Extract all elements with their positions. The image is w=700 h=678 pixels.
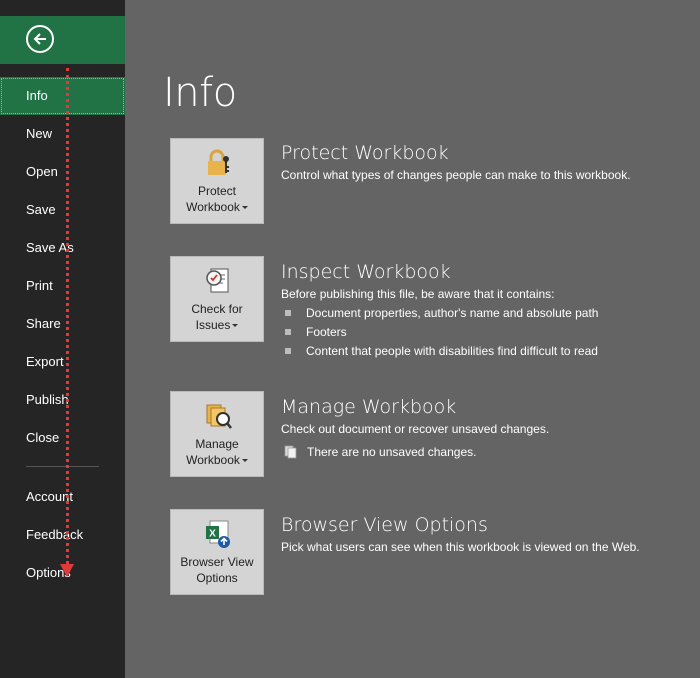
browser-view-options-description: Pick what users can see when this workbo… xyxy=(281,540,640,554)
nav-item-save-as[interactable]: Save As xyxy=(0,229,125,267)
bullet-icon xyxy=(285,310,291,316)
nav-item-open[interactable]: Open xyxy=(0,153,125,191)
lock-key-icon xyxy=(208,149,229,175)
nav-item-share[interactable]: Share xyxy=(0,305,125,343)
svg-text:X: X xyxy=(209,529,216,540)
nav-item-account[interactable]: Account xyxy=(0,478,125,516)
back-button[interactable] xyxy=(26,25,54,53)
nav-item-feedback[interactable]: Feedback xyxy=(0,516,125,554)
bullet-icon xyxy=(285,348,291,354)
manage-versions-icon xyxy=(206,404,232,429)
document-stack-icon xyxy=(284,445,297,459)
nav-item-new[interactable]: New xyxy=(0,115,125,153)
nav-item-print[interactable]: Print xyxy=(0,267,125,305)
inspect-workbook-description: Before publishing this file, be aware th… xyxy=(281,287,555,301)
back-arrow-icon xyxy=(33,33,46,45)
nav-item-save[interactable]: Save xyxy=(0,191,125,229)
nav-item-close[interactable]: Close xyxy=(0,419,125,457)
protect-workbook-description: Control what types of changes people can… xyxy=(281,168,631,182)
inspect-workbook-title: Inspect Workbook xyxy=(281,261,451,283)
protect-workbook-tile-label: Protect Workbook xyxy=(171,183,263,215)
protect-workbook-button[interactable]: Protect Workbook xyxy=(170,138,264,224)
dropdown-caret-icon xyxy=(241,459,248,463)
nav-separator xyxy=(26,466,99,467)
manage-workbook-description: Check out document or recover unsaved ch… xyxy=(281,422,550,436)
check-for-issues-button[interactable]: Check for Issues xyxy=(170,256,264,342)
nav-item-publish[interactable]: Publish xyxy=(0,381,125,419)
backstage-sidebar: Info New Open Save Save As Print Share E… xyxy=(0,0,125,678)
browser-view-options-tile-label: Browser View Options xyxy=(180,555,254,585)
annotation-arrow-head xyxy=(60,564,74,577)
protect-workbook-title: Protect Workbook xyxy=(281,142,449,164)
browser-view-options-button[interactable]: X Browser View Options xyxy=(170,509,264,595)
dropdown-caret-icon xyxy=(232,324,239,328)
annotation-arrow-line xyxy=(66,68,69,564)
manage-workbook-tile-label: Manage Workbook xyxy=(171,436,263,468)
nav-item-export[interactable]: Export xyxy=(0,343,125,381)
page-title: Info xyxy=(163,70,237,116)
inspect-document-icon xyxy=(206,268,229,293)
manage-workbook-button[interactable]: Manage Workbook xyxy=(170,391,264,477)
manage-workbook-title: Manage Workbook xyxy=(281,396,457,418)
check-for-issues-tile-label: Check for Issues xyxy=(191,302,243,332)
excel-web-icon: X xyxy=(206,520,230,548)
nav-item-info[interactable]: Info xyxy=(0,77,125,115)
dropdown-caret-icon xyxy=(241,206,248,210)
browser-view-options-title: Browser View Options xyxy=(281,514,488,536)
bullet-icon xyxy=(285,329,291,335)
back-area xyxy=(0,16,125,64)
